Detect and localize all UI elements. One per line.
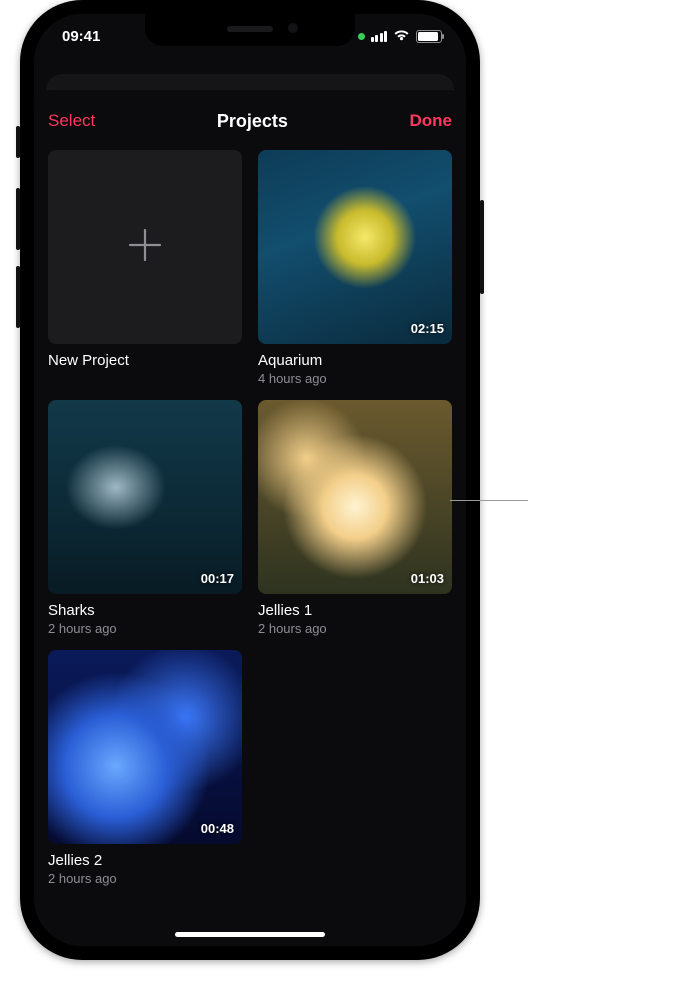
project-thumb[interactable]: 02:15	[258, 150, 452, 344]
project-name: Jellies 1	[258, 602, 452, 619]
status-time: 09:41	[62, 28, 100, 45]
new-project-tile[interactable]: New Project	[48, 150, 242, 386]
screen: 09:41 Select Projects Done	[34, 14, 466, 946]
project-name: Jellies 2	[48, 852, 242, 869]
project-name: Sharks	[48, 602, 242, 619]
duration-badge: 02:15	[411, 321, 444, 336]
plus-icon	[125, 225, 165, 270]
project-tile[interactable]: 02:15 Aquarium 4 hours ago	[258, 150, 452, 386]
duration-badge: 01:03	[411, 571, 444, 586]
project-thumb[interactable]: 00:17	[48, 400, 242, 594]
project-ago: 2 hours ago	[48, 621, 242, 636]
duration-badge: 00:17	[201, 571, 234, 586]
project-tile[interactable]: 00:48 Jellies 2 2 hours ago	[48, 650, 242, 886]
cellular-icon	[371, 31, 388, 42]
side-button	[480, 200, 484, 294]
new-project-thumb[interactable]	[48, 150, 242, 344]
project-tile[interactable]: 00:17 Sharks 2 hours ago	[48, 400, 242, 636]
recording-indicator-icon	[358, 33, 365, 40]
project-ago: 2 hours ago	[48, 871, 242, 886]
project-thumb[interactable]: 00:48	[48, 650, 242, 844]
callout-line	[450, 500, 528, 501]
project-ago: 4 hours ago	[258, 371, 452, 386]
project-thumb[interactable]: 01:03	[258, 400, 452, 594]
status-right	[358, 28, 443, 45]
projects-grid: New Project 02:15 Aquarium 4 hours ago 0…	[48, 150, 452, 886]
new-project-label: New Project	[48, 352, 242, 369]
project-tile[interactable]: 01:03 Jellies 1 2 hours ago	[258, 400, 452, 636]
volume-up-button	[16, 188, 20, 250]
wifi-icon	[393, 28, 410, 45]
status-bar: 09:41	[34, 14, 466, 58]
canvas: 09:41 Select Projects Done	[0, 0, 700, 984]
page-title: Projects	[217, 111, 288, 132]
nav-bar: Select Projects Done	[48, 104, 452, 138]
done-button[interactable]: Done	[409, 111, 452, 131]
home-indicator[interactable]	[175, 932, 325, 937]
volume-down-button	[16, 266, 20, 328]
select-button[interactable]: Select	[48, 111, 95, 131]
phone-frame: 09:41 Select Projects Done	[20, 0, 480, 960]
duration-badge: 00:48	[201, 821, 234, 836]
project-ago: 2 hours ago	[258, 621, 452, 636]
ringer-switch	[16, 126, 20, 158]
battery-icon	[416, 30, 442, 43]
project-name: Aquarium	[258, 352, 452, 369]
projects-sheet: Select Projects Done New Project	[34, 90, 466, 946]
